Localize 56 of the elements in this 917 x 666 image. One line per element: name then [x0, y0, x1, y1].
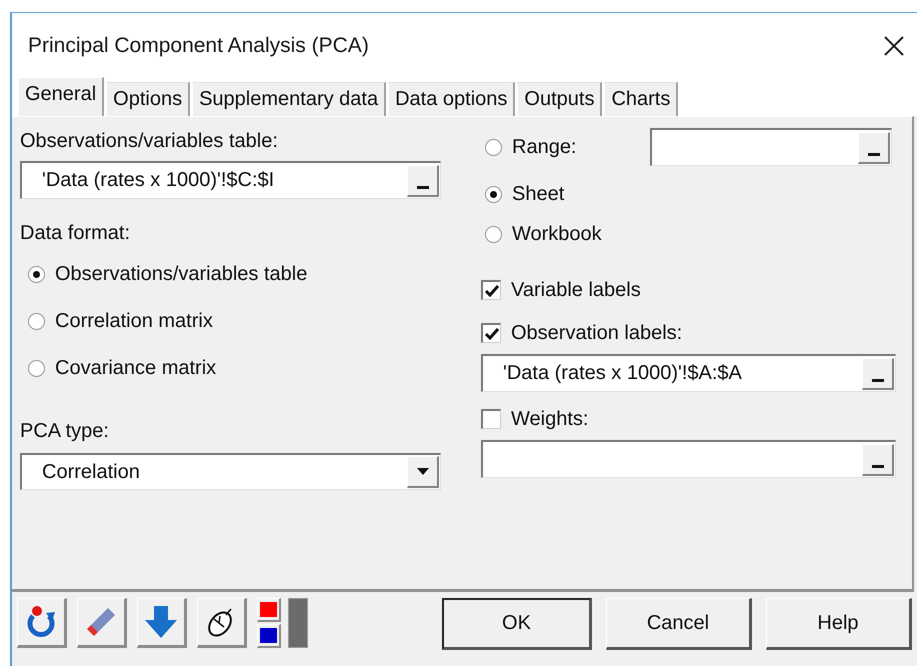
radio-label: Workbook — [512, 222, 602, 246]
dropdown[interactable]: Correlation — [20, 453, 441, 490]
radio-label: Observations/variables table — [55, 262, 308, 286]
input-field[interactable] — [650, 128, 892, 166]
color-swatch[interactable] — [257, 598, 281, 622]
input-field[interactable]: 'Data (rates x 1000)'!$C:$I — [20, 161, 441, 199]
tab[interactable]: General — [18, 77, 104, 116]
dialog-button[interactable]: OK — [442, 598, 592, 650]
browse-button[interactable] — [407, 164, 439, 196]
close-icon[interactable] — [883, 34, 905, 56]
checkmark-icon — [484, 328, 498, 340]
ellipsis-icon — [872, 464, 884, 468]
section-label: PCA type: — [20, 419, 110, 443]
radio-button[interactable] — [28, 312, 45, 330]
browse-button[interactable] — [862, 444, 894, 476]
checkbox[interactable] — [481, 323, 501, 343]
radio-button[interactable] — [485, 226, 502, 242]
checkmark-icon — [484, 284, 498, 296]
radio-label: Range: — [512, 135, 578, 159]
scroll-handle[interactable] — [288, 598, 308, 648]
radio-label: Covariance matrix — [55, 356, 216, 380]
section-label: Data format: — [20, 221, 132, 245]
tab[interactable]: Outputs — [517, 82, 602, 116]
down-arrow-icon — [144, 604, 178, 640]
tab[interactable]: Data options — [388, 82, 516, 116]
checkbox-label: Weights: — [511, 407, 588, 431]
input-field[interactable] — [481, 440, 896, 478]
input-field[interactable]: 'Data (rates x 1000)'!$A:$A — [481, 354, 896, 392]
mouse-button[interactable] — [197, 598, 247, 648]
browse-button[interactable] — [858, 132, 890, 164]
radio-button[interactable] — [28, 360, 45, 376]
color-swatch[interactable] — [257, 624, 281, 648]
dialog-button[interactable]: Cancel — [606, 598, 752, 650]
reset-button[interactable] — [17, 598, 67, 648]
down-arrow-button[interactable] — [137, 598, 187, 648]
field-label: Observations/variables table: — [20, 129, 279, 153]
ellipsis-icon — [868, 152, 880, 156]
radio-label: Sheet — [512, 182, 564, 206]
checkbox-label: Observation labels: — [511, 321, 682, 345]
eraser-button[interactable] — [77, 598, 127, 648]
ellipsis-icon — [416, 186, 428, 188]
radio-button[interactable] — [485, 186, 502, 202]
dialog-button[interactable]: Help — [766, 598, 912, 650]
caret-icon — [416, 468, 428, 475]
ellipsis-icon — [872, 378, 884, 382]
radio-label: Correlation matrix — [55, 309, 213, 333]
radio-button[interactable] — [485, 138, 502, 156]
tab[interactable]: Options — [106, 82, 190, 116]
tab[interactable]: Supplementary data — [192, 82, 386, 116]
window-title: Principal Component Analysis (PCA) — [28, 34, 369, 58]
checkbox-label: Variable labels — [511, 278, 641, 302]
browse-button[interactable] — [862, 358, 894, 390]
checkbox[interactable] — [481, 280, 501, 300]
checkbox[interactable] — [481, 409, 501, 429]
radio-button[interactable] — [28, 266, 45, 282]
tab[interactable]: Charts — [604, 82, 678, 116]
